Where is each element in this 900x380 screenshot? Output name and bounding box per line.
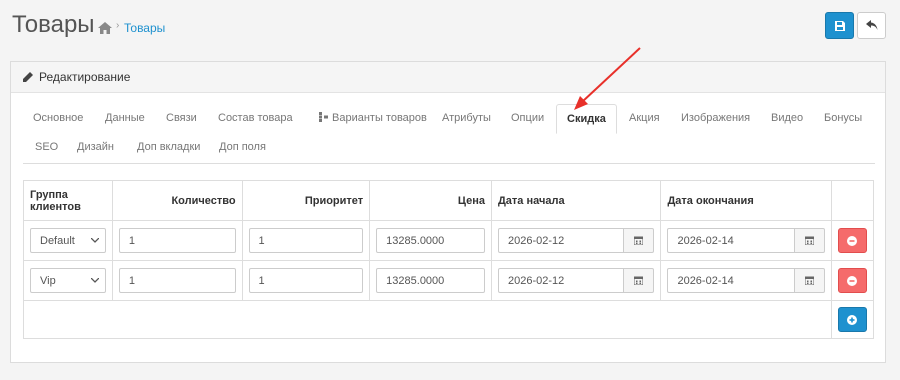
customer-group-select[interactable]: Default	[30, 228, 106, 253]
header-priority: Приоритет	[241, 180, 371, 221]
price-input[interactable]: 13285.0000	[376, 268, 485, 293]
tab-links[interactable]: Связи	[156, 104, 207, 132]
header-price: Цена	[369, 180, 492, 221]
date-start-group: 2026-02-12	[497, 228, 655, 253]
breadcrumb-separator: ›	[116, 20, 120, 31]
tab-bonuses[interactable]: Бонусы	[814, 104, 872, 132]
tab-composition[interactable]: Состав товара	[208, 104, 303, 132]
header-date-end: Дата окончания	[660, 180, 832, 221]
tab-data[interactable]: Данные	[95, 104, 155, 132]
remove-row-button[interactable]	[837, 228, 867, 253]
date-start-group: 2026-02-12	[497, 268, 655, 293]
tabs-divider	[23, 163, 875, 164]
back-button[interactable]	[857, 12, 886, 39]
header-date-start: Дата начала	[490, 180, 662, 221]
customer-group-value: Vip	[40, 274, 56, 287]
discount-table: Группа клиентов Количество Приоритет Цен…	[23, 180, 875, 339]
quantity-input[interactable]: 1	[118, 228, 236, 253]
breadcrumb-link-products[interactable]: Товары	[124, 21, 165, 35]
tab-options[interactable]: Опции	[501, 104, 554, 132]
tab-attributes[interactable]: Атрибуты	[432, 104, 501, 132]
table-footer-row	[23, 300, 875, 339]
price-input[interactable]: 13285.0000	[376, 228, 485, 253]
table-row: Vip 1 1 13285.0000 2026-02-12 2026-02-14	[23, 260, 875, 301]
save-button[interactable]	[825, 12, 854, 39]
annotation-arrow	[574, 47, 641, 110]
header-actions	[830, 180, 875, 221]
tab-extra-tabs[interactable]: Доп вкладки	[137, 133, 200, 161]
add-row-button[interactable]	[837, 307, 867, 332]
customer-group-value: Default	[40, 234, 75, 247]
header-quantity: Количество	[111, 180, 243, 221]
calendar-icon	[804, 236, 814, 245]
tab-variants[interactable]: Варианты товаров	[309, 104, 437, 132]
header-customer-group: Группа клиентов	[23, 180, 113, 221]
date-end-group: 2026-02-14	[667, 228, 825, 253]
date-end-calendar-button[interactable]	[794, 268, 825, 293]
minus-circle-icon	[847, 275, 858, 286]
tab-images[interactable]: Изображения	[671, 104, 760, 132]
tab-video[interactable]: Видео	[761, 104, 813, 132]
tab-seo[interactable]: SEO	[35, 133, 58, 161]
tab-extra-fields[interactable]: Доп поля	[219, 133, 266, 161]
pencil-icon	[23, 72, 33, 82]
chevron-down-icon	[90, 238, 99, 243]
save-icon	[834, 20, 845, 31]
date-end-input[interactable]: 2026-02-14	[667, 228, 795, 253]
date-end-calendar-button[interactable]	[794, 228, 825, 253]
calendar-icon	[804, 276, 814, 285]
panel-heading: Редактирование	[11, 62, 885, 93]
customer-group-select[interactable]: Vip	[30, 268, 106, 293]
home-icon[interactable]	[98, 21, 112, 39]
tab-main[interactable]: Основное	[23, 104, 93, 132]
calendar-icon	[634, 236, 644, 245]
calendar-icon	[634, 276, 644, 285]
tab-design[interactable]: Дизайн	[77, 133, 114, 161]
date-start-calendar-button[interactable]	[624, 268, 655, 293]
date-end-input[interactable]: 2026-02-14	[667, 268, 795, 293]
quantity-input[interactable]: 1	[118, 268, 236, 293]
chevron-down-icon	[90, 278, 99, 283]
reply-icon	[865, 20, 877, 30]
sitemap-icon	[319, 112, 328, 122]
page-title: Товары	[12, 11, 95, 38]
date-start-input[interactable]: 2026-02-12	[497, 228, 625, 253]
date-end-group: 2026-02-14	[667, 268, 825, 293]
plus-circle-icon	[847, 314, 858, 325]
table-header-row: Группа клиентов Количество Приоритет Цен…	[23, 180, 875, 221]
panel-heading-text: Редактирование	[39, 70, 131, 84]
date-start-calendar-button[interactable]	[624, 228, 655, 253]
table-row: Default 1 1 13285.0000 2026-02-12 2026-0…	[23, 220, 875, 261]
priority-input[interactable]: 1	[248, 268, 364, 293]
tab-variants-label: Варианты товаров	[332, 112, 427, 124]
footer-empty-cell	[23, 300, 832, 339]
date-start-input[interactable]: 2026-02-12	[497, 268, 625, 293]
edit-panel: Редактирование Основное Данные Связи Сос…	[10, 61, 886, 363]
remove-row-button[interactable]	[837, 268, 867, 293]
priority-input[interactable]: 1	[248, 228, 364, 253]
minus-circle-icon	[847, 235, 858, 246]
